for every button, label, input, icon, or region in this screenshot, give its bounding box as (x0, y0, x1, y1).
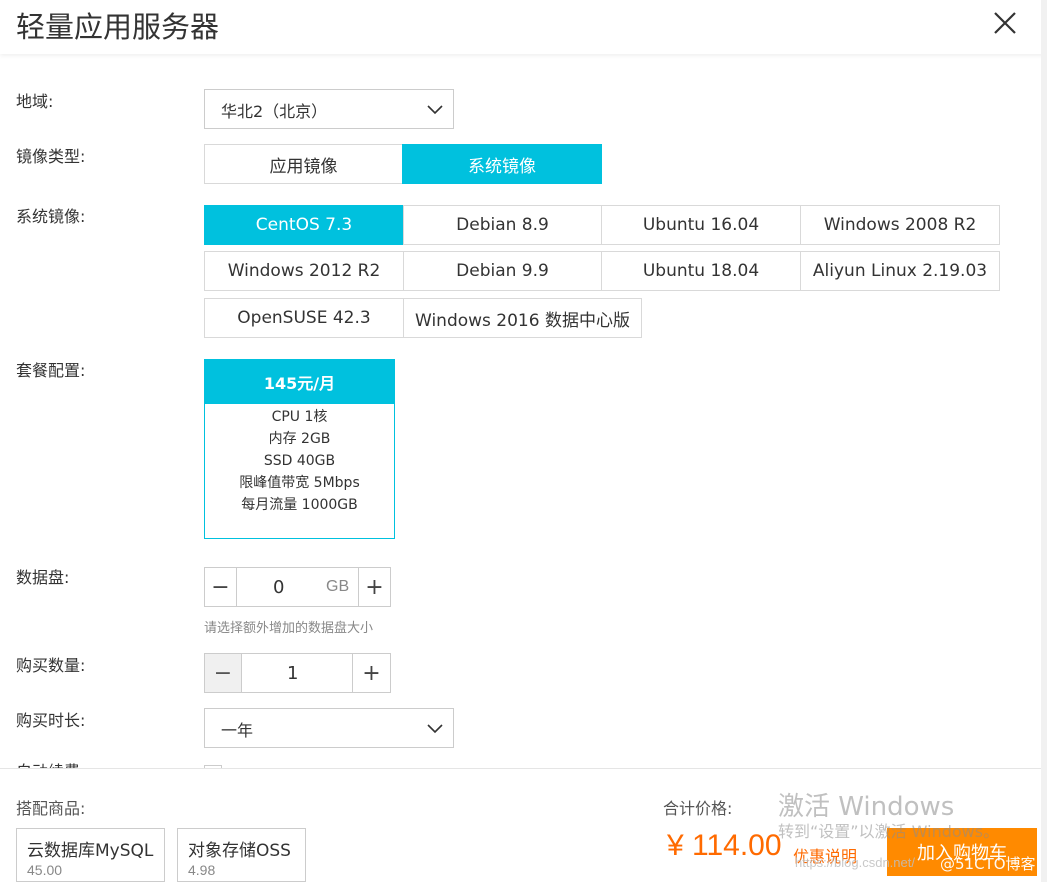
addons-label: 搭配商品: (16, 799, 86, 818)
chevron-down-icon (427, 724, 443, 734)
scrollbar[interactable] (1041, 0, 1047, 882)
close-icon[interactable] (990, 8, 1020, 38)
quantity-label: 购买数量: (16, 656, 86, 675)
os-option[interactable]: Ubuntu 18.04 (601, 251, 801, 291)
spec-disk: SSD 40GB (263, 453, 336, 469)
os-option[interactable]: Windows 2016 数据中心版 (403, 298, 642, 338)
image-type-label: 镜像类型: (16, 147, 86, 166)
spec-memory: 内存 2GB (268, 431, 331, 447)
total-label: 合计价格: (663, 799, 733, 818)
addon-name: 对象存储OSS (188, 841, 291, 861)
order-footer: 搭配商品: 云数据库MySQL 45.00 对象存储OSS 4.98 合计价格:… (0, 768, 1041, 882)
data-disk-plus-button[interactable]: + (358, 568, 390, 606)
auto-renew-label: 自动续费 (16, 758, 80, 768)
chevron-down-icon (427, 105, 443, 115)
add-to-cart-button[interactable]: 加入购物车 (887, 828, 1037, 876)
region-label: 地域: (16, 92, 54, 111)
addon-price: 45.00 (27, 862, 63, 878)
duration-value: 一年 (221, 721, 254, 740)
region-select[interactable]: 华北2（北京） (204, 89, 454, 129)
duration-select[interactable]: 一年 (204, 708, 454, 748)
os-option[interactable]: Windows 2012 R2 (204, 251, 404, 291)
addon-price: 4.98 (188, 862, 216, 878)
quantity-input[interactable]: 1 (287, 654, 298, 692)
os-option[interactable]: Windows 2008 R2 (800, 205, 1000, 245)
spec-cpu: CPU 1核 (271, 409, 328, 425)
image-type-system[interactable]: 系统镜像 (402, 144, 602, 184)
os-option[interactable]: Debian 8.9 (403, 205, 602, 245)
addon-mysql[interactable]: 云数据库MySQL 45.00 (16, 828, 165, 882)
os-option[interactable]: OpenSUSE 42.3 (204, 298, 404, 338)
data-disk-stepper: − 0 GB + (204, 567, 391, 607)
data-disk-hint: 请选择额外增加的数据盘大小 (204, 621, 374, 636)
quantity-stepper: − 1 + (204, 653, 391, 693)
system-image-label: 系统镜像: (16, 207, 86, 226)
page-title: 轻量应用服务器 (16, 10, 220, 44)
os-option[interactable]: Ubuntu 16.04 (601, 205, 801, 245)
discount-link[interactable]: 优惠说明 (793, 843, 857, 867)
data-disk-label: 数据盘: (16, 568, 70, 587)
addon-name: 云数据库MySQL (27, 841, 154, 861)
duration-label: 购买时长: (16, 711, 86, 730)
image-type-app[interactable]: 应用镜像 (204, 144, 403, 184)
data-disk-minus-button[interactable]: − (205, 568, 237, 606)
region-value: 华北2（北京） (221, 102, 328, 121)
package-price: 145元/月 (205, 360, 394, 404)
package-label: 套餐配置: (16, 361, 86, 380)
data-disk-unit: GB (326, 578, 350, 595)
os-option[interactable]: CentOS 7.3 (204, 205, 404, 245)
package-specs: CPU 1核 内存 2GB SSD 40GB 限峰值带宽 5Mbps 每月流量 … (205, 404, 394, 516)
package-card[interactable]: 145元/月 CPU 1核 内存 2GB SSD 40GB 限峰值带宽 5Mbp… (204, 359, 395, 539)
os-option[interactable]: Debian 9.9 (403, 251, 602, 291)
os-option[interactable]: Aliyun Linux 2.19.03 (800, 251, 1000, 291)
total-price: ¥ 114.00 (667, 829, 782, 862)
quantity-plus-button[interactable]: + (352, 654, 390, 692)
spec-traffic: 每月流量 1000GB (241, 497, 358, 513)
addon-oss[interactable]: 对象存储OSS 4.98 (177, 828, 306, 882)
dialog-header: 轻量应用服务器 (0, 0, 1047, 54)
spec-bandwidth: 限峰值带宽 5Mbps (239, 475, 360, 491)
data-disk-input[interactable]: 0 (273, 568, 284, 606)
quantity-minus-button[interactable]: − (205, 654, 242, 692)
